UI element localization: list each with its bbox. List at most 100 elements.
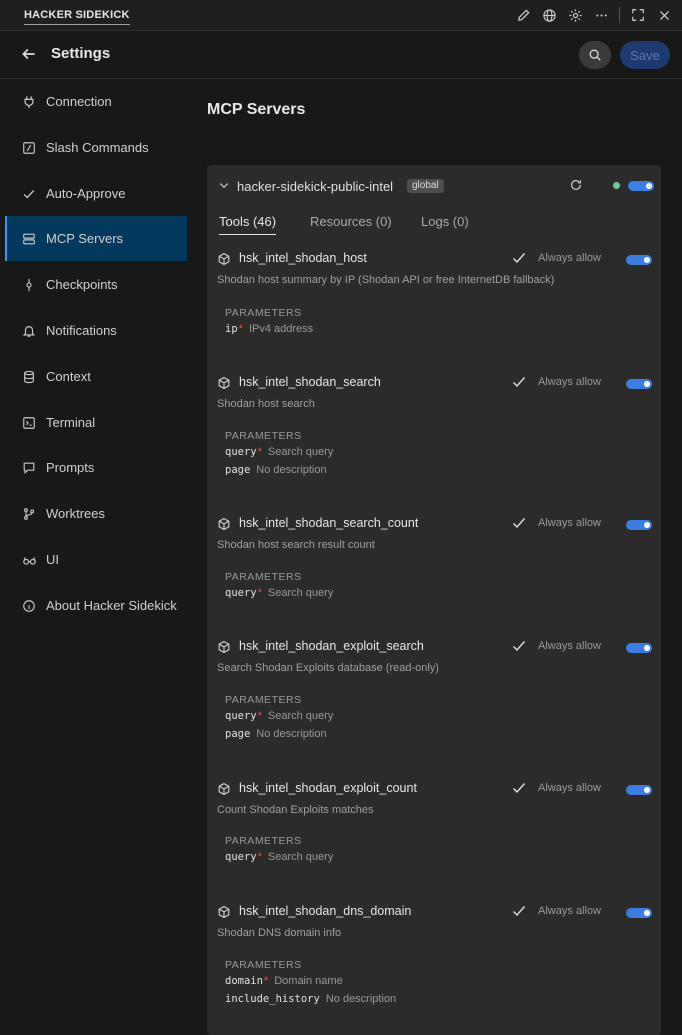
- cube-icon: [217, 517, 231, 531]
- sidebar-item-ui[interactable]: UI: [5, 537, 187, 582]
- always-allow-checkbox[interactable]: [511, 250, 527, 266]
- tool-name: hsk_intel_shodan_search_count: [239, 516, 419, 530]
- refresh-icon[interactable]: [569, 178, 583, 192]
- sidebar-item-about[interactable]: About Hacker Sidekick: [5, 583, 187, 628]
- parameter-row: ip* IPv4 address: [225, 323, 314, 335]
- parameters-label: PARAMETERS: [225, 307, 302, 319]
- parameters-label: PARAMETERS: [225, 430, 302, 442]
- tab-resources[interactable]: Resources (0): [310, 214, 392, 229]
- app-brand: HACKER SIDEKICK: [24, 9, 130, 25]
- sidebar-item-label: Context: [46, 369, 91, 384]
- tool-enable-toggle[interactable]: [626, 520, 652, 530]
- settings-sidebar: Connection Slash Commands Auto-Approve M…: [0, 79, 190, 1024]
- sidebar-item-label: Prompts: [46, 460, 95, 475]
- server-name: hacker-sidekick-public-intel: [237, 179, 394, 194]
- mcp-server-panel: hacker-sidekick-public-intel global Tool…: [207, 165, 661, 1035]
- always-allow-checkbox[interactable]: [511, 515, 527, 531]
- sidebar-item-notifications[interactable]: Notifications: [5, 308, 187, 353]
- always-allow-label: Always allow: [538, 782, 601, 794]
- tool-description: Shodan host search result count: [217, 539, 375, 551]
- database-icon: [21, 369, 37, 385]
- glasses-icon: [21, 552, 37, 568]
- tool-name: hsk_intel_shodan_exploit_count: [239, 781, 417, 795]
- tool-name: hsk_intel_shodan_host: [239, 251, 367, 265]
- server-icon: [21, 231, 37, 247]
- tool-name: hsk_intel_shodan_exploit_search: [239, 639, 424, 653]
- plug-icon: [21, 94, 37, 110]
- sidebar-item-slash-commands[interactable]: Slash Commands: [5, 125, 187, 170]
- sidebar-item-label: Slash Commands: [46, 140, 149, 155]
- titlebar-actions: [513, 5, 674, 25]
- parameters-label: PARAMETERS: [225, 835, 302, 847]
- sidebar-item-prompts[interactable]: Prompts: [5, 445, 187, 490]
- parameters-label: PARAMETERS: [225, 571, 302, 583]
- sidebar-item-label: MCP Servers: [46, 231, 124, 246]
- sidebar-item-worktrees[interactable]: Worktrees: [5, 491, 187, 536]
- cube-icon: [217, 640, 231, 654]
- tool-description: Search Shodan Exploits database (read-on…: [217, 662, 439, 674]
- tool-description: Shodan DNS domain info: [217, 927, 342, 939]
- sidebar-item-label: Checkpoints: [46, 277, 118, 292]
- chevron-down-icon[interactable]: [218, 178, 230, 190]
- tool-description: Count Shodan Exploits matches: [217, 804, 374, 816]
- sidebar-item-auto-approve[interactable]: Auto-Approve: [5, 171, 187, 216]
- sidebar-item-label: Notifications: [46, 323, 117, 338]
- save-button[interactable]: Save: [620, 41, 670, 69]
- always-allow-label: Always allow: [538, 376, 601, 388]
- always-allow-checkbox[interactable]: [511, 903, 527, 919]
- always-allow-label: Always allow: [538, 905, 601, 917]
- pencil-icon[interactable]: [513, 5, 533, 25]
- tool-description: Shodan host search: [217, 398, 315, 410]
- chat-icon: [21, 460, 37, 476]
- tool-enable-toggle[interactable]: [626, 643, 652, 653]
- search-button[interactable]: [579, 41, 611, 69]
- sidebar-item-mcp-servers[interactable]: MCP Servers: [5, 216, 187, 261]
- close-icon[interactable]: [654, 5, 674, 25]
- search-icon: [589, 49, 601, 61]
- always-allow-checkbox[interactable]: [511, 374, 527, 390]
- scope-badge: global: [407, 179, 444, 193]
- commit-icon: [21, 277, 37, 293]
- more-icon[interactable]: [591, 5, 611, 25]
- tool-enable-toggle[interactable]: [626, 255, 652, 265]
- back-arrow-icon[interactable]: [20, 45, 40, 65]
- gear-icon[interactable]: [565, 5, 585, 25]
- status-indicator: [613, 182, 620, 189]
- fullscreen-icon[interactable]: [628, 5, 648, 25]
- title-bar: HACKER SIDEKICK: [0, 0, 682, 31]
- server-header[interactable]: hacker-sidekick-public-intel global: [207, 165, 661, 205]
- cube-icon: [217, 782, 231, 796]
- bell-icon: [21, 323, 37, 339]
- always-allow-label: Always allow: [538, 517, 601, 529]
- sidebar-item-label: About Hacker Sidekick: [46, 598, 177, 613]
- sidebar-item-label: Worktrees: [46, 506, 105, 521]
- sidebar-item-terminal[interactable]: Terminal: [5, 400, 187, 445]
- sidebar-item-connection[interactable]: Connection: [5, 79, 187, 124]
- sidebar-item-label: Auto-Approve: [46, 186, 126, 201]
- parameter-row: query* Search query: [225, 710, 334, 722]
- tool-enable-toggle[interactable]: [626, 379, 652, 389]
- info-icon: [21, 598, 37, 614]
- always-allow-label: Always allow: [538, 252, 601, 264]
- tab-tools[interactable]: Tools (46): [219, 214, 277, 235]
- sidebar-item-context[interactable]: Context: [5, 354, 187, 399]
- tab-logs[interactable]: Logs (0): [421, 214, 469, 229]
- always-allow-checkbox[interactable]: [511, 780, 527, 796]
- sidebar-item-checkpoints[interactable]: Checkpoints: [5, 262, 187, 307]
- sidebar-item-label: Connection: [46, 94, 112, 109]
- check-icon: [21, 186, 37, 202]
- section-title: MCP Servers: [207, 101, 306, 118]
- parameter-row: query* Search query: [225, 446, 334, 458]
- terminal-icon: [21, 415, 37, 431]
- settings-header: Settings Save: [0, 31, 682, 79]
- parameter-row: query* Search query: [225, 587, 334, 599]
- tool-name: hsk_intel_shodan_search: [239, 375, 381, 389]
- server-enable-toggle[interactable]: [628, 181, 654, 191]
- parameter-row: page No description: [225, 464, 327, 476]
- tool-enable-toggle[interactable]: [626, 908, 652, 918]
- always-allow-label: Always allow: [538, 640, 601, 652]
- globe-icon[interactable]: [539, 5, 559, 25]
- parameter-row: include_history No description: [225, 993, 397, 1005]
- tool-enable-toggle[interactable]: [626, 785, 652, 795]
- always-allow-checkbox[interactable]: [511, 638, 527, 654]
